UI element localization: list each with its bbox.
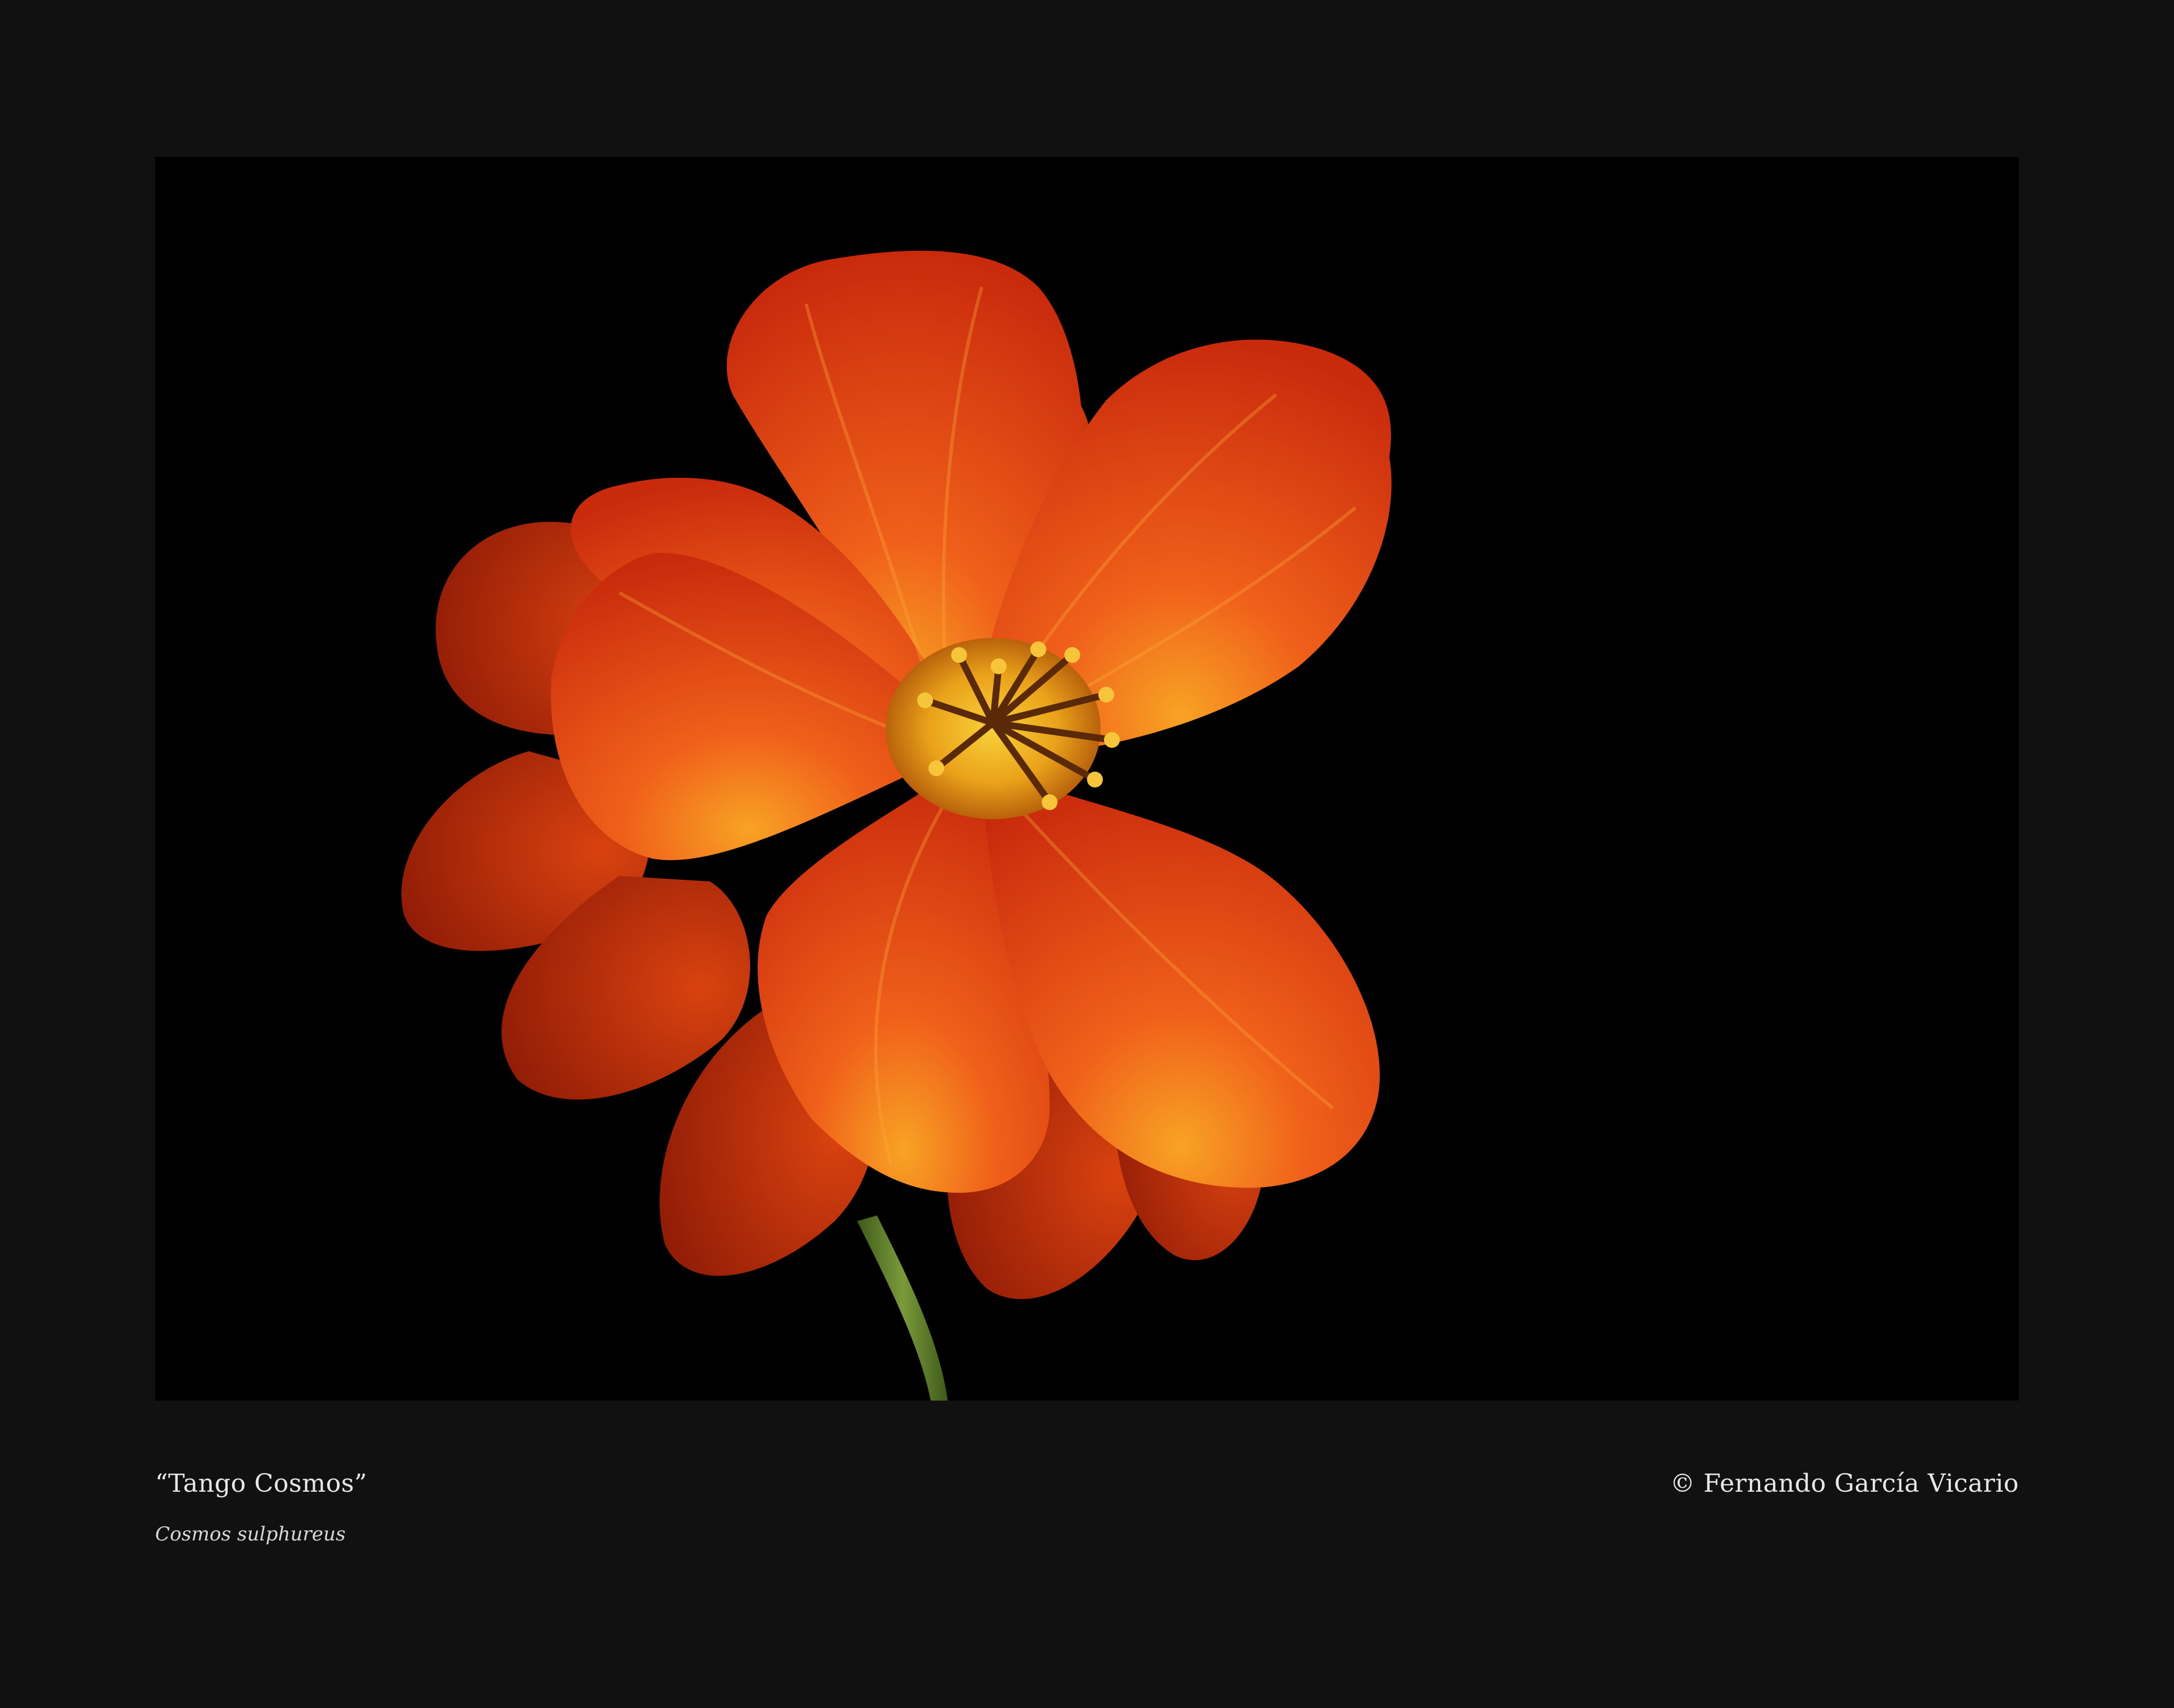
stem — [857, 1215, 948, 1401]
copyright-credit: © Fernando García Vicario — [1670, 1469, 2019, 1498]
orange-cosmos-flower-icon — [401, 250, 1392, 1401]
photo-frame — [155, 157, 2019, 1401]
photo-title: “Tango Cosmos” — [155, 1469, 367, 1498]
species-name: Cosmos sulphureus — [155, 1523, 346, 1546]
page: “Tango Cosmos” Cosmos sulphureus © Ferna… — [0, 0, 2174, 1708]
